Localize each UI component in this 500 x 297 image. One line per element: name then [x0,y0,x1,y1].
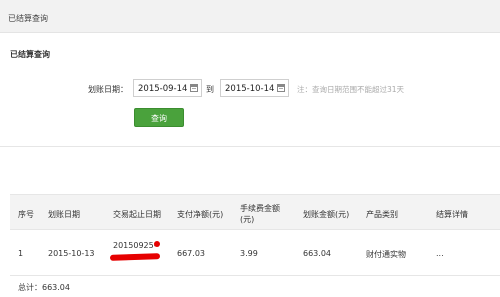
col-trade-period: 交易起止日期 [113,210,161,219]
calendar-icon[interactable] [190,84,198,92]
header-title: 已结算查询 [8,14,48,23]
col-fee: 手续费金额 (元) [240,204,280,224]
section-title: 已结算查询 [10,50,50,59]
to-label: 到 [206,85,214,94]
redaction-mark [154,241,160,247]
calendar-icon[interactable] [277,84,285,92]
end-date-value: 2015-10-14 [225,84,275,94]
cell-fee: 3.99 [240,249,258,258]
cell-index: 1 [18,249,24,258]
table-header: 序号 划账日期 交易起止日期 支付净额(元) 手续费金额 (元) 划账金额(元)… [10,194,500,230]
start-date-input[interactable]: 2015-09-14 [133,79,202,97]
total-amount: 总计：663.04 [18,283,70,292]
cell-settle-amount: 663.04 [303,249,331,258]
detail-link[interactable]: ... [436,249,444,258]
row-divider [10,275,500,276]
cell-settle-date: 2015-10-13 [48,249,95,258]
end-date-input[interactable]: 2015-10-14 [220,79,289,97]
col-settle-date: 划账日期 [48,210,80,219]
col-index: 序号 [18,210,34,219]
col-net-amount: 支付净额(元) [177,210,224,219]
query-button[interactable]: 查询 [134,108,184,127]
col-settle-amount: 划账金额(元) [303,210,350,219]
date-range-hint: 注：查询日期范围不能超过31天 [297,85,405,94]
cell-trade-period: 20150925- [113,241,157,250]
start-date-value: 2015-09-14 [138,84,188,94]
table-row: 1 2015-10-13 20150925- 667.03 3.99 663.0… [10,230,500,275]
divider [0,146,500,147]
top-bar: 已结算查询 [0,0,500,33]
cell-product: 财付通实物 [366,250,406,259]
cell-net-amount: 667.03 [177,249,205,258]
col-product: 产品类别 [366,210,398,219]
date-label: 划账日期： [88,85,128,94]
col-detail: 结算详情 [436,210,468,219]
